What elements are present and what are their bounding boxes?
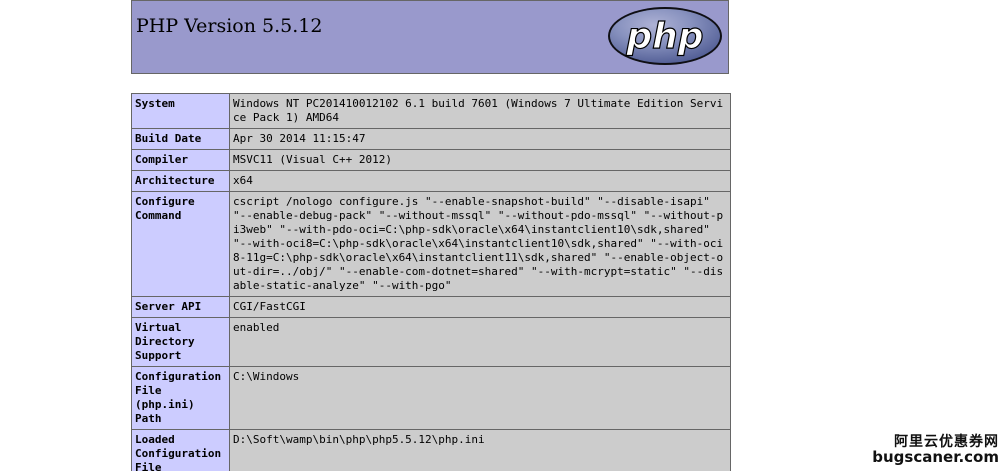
row-value: C:\Windows <box>229 366 731 430</box>
row-value: Apr 30 2014 11:15:47 <box>229 128 731 150</box>
table-row: Configuration File (php.ini) Path C:\Wind… <box>131 366 731 430</box>
table-row: Architecture x64 <box>131 170 731 192</box>
row-key: Configure Command <box>131 191 230 297</box>
row-key: Loaded Configuration File <box>131 429 230 471</box>
row-key: Compiler <box>131 149 230 171</box>
php-logo-text: php <box>625 16 703 57</box>
watermark-line2: bugscaner.com <box>872 448 999 466</box>
row-value: enabled <box>229 317 731 367</box>
table-row: Build Date Apr 30 2014 11:15:47 <box>131 128 731 150</box>
watermark: 阿里云优惠券网 bugscaner.com <box>872 435 999 465</box>
row-value: CGI/FastCGI <box>229 296 731 318</box>
row-value: Windows NT PC201410012102 6.1 build 7601… <box>229 93 731 129</box>
page-title: PHP Version 5.5.12 <box>136 15 323 37</box>
row-value: x64 <box>229 170 731 192</box>
table-row: Configure Command cscript /nologo configu… <box>131 191 731 297</box>
row-value: MSVC11 (Visual C++ 2012) <box>229 149 731 171</box>
row-value: cscript /nologo configure.js "--enable-s… <box>229 191 731 297</box>
row-key: Server API <box>131 296 230 318</box>
table-row: System Windows NT PC201410012102 6.1 buil… <box>131 93 731 129</box>
php-logo-icon: php <box>608 7 722 65</box>
row-key: Architecture <box>131 170 230 192</box>
table-row: Compiler MSVC11 (Visual C++ 2012) <box>131 149 731 171</box>
table-row: Server API CGI/FastCGI <box>131 296 731 318</box>
row-key: System <box>131 93 230 129</box>
row-key: Virtual Directory Support <box>131 317 230 367</box>
php-info-table: System Windows NT PC201410012102 6.1 buil… <box>131 93 731 471</box>
row-value: D:\Soft\wamp\bin\php\php5.5.12\php.ini <box>229 429 731 471</box>
table-row: Loaded Configuration File D:\Soft\wamp\bi… <box>131 429 731 471</box>
php-header-banner: PHP Version 5.5.12 php <box>131 0 729 74</box>
table-row: Virtual Directory Support enabled <box>131 317 731 367</box>
row-key: Configuration File (php.ini) Path <box>131 366 230 430</box>
row-key: Build Date <box>131 128 230 150</box>
